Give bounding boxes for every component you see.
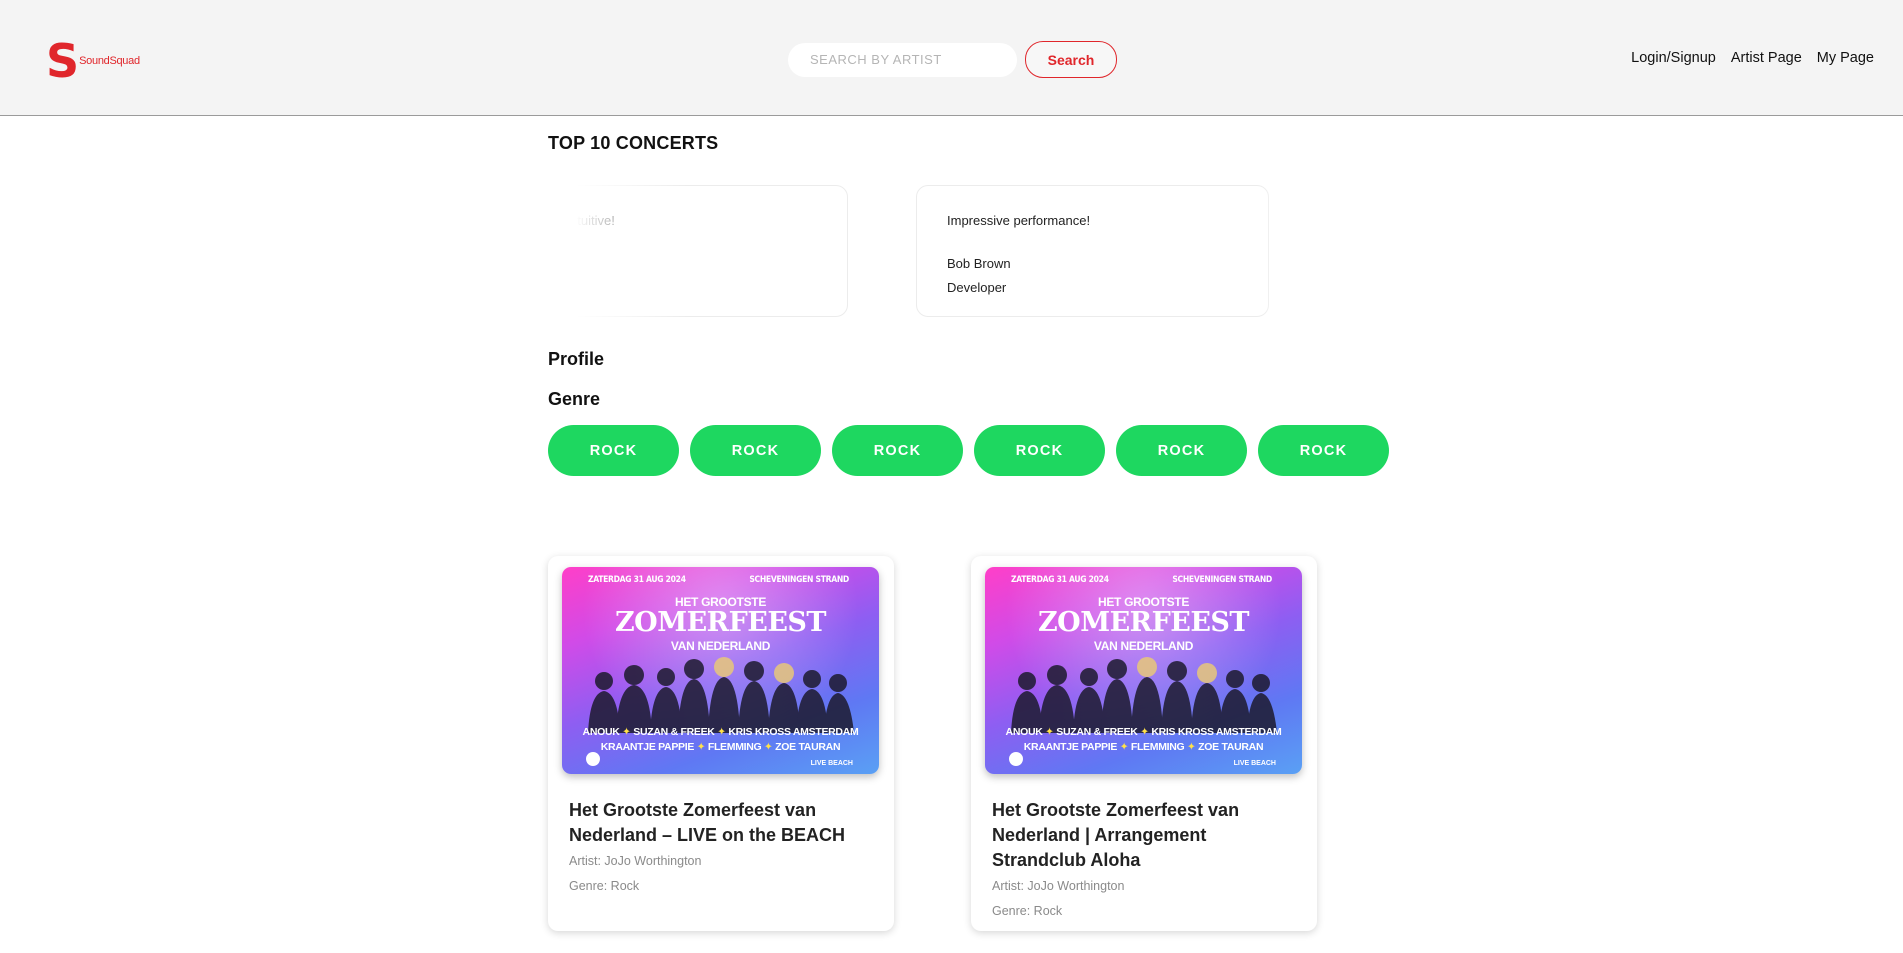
poster-headline: ZOMERFEEST — [1037, 607, 1250, 638]
poster-act: FLEMMING — [707, 741, 762, 753]
artists-group-photo — [588, 657, 854, 733]
poster-location: SCHEVENINGEN STRAND — [1172, 575, 1272, 585]
genre-pill-rock[interactable]: ROCK — [1258, 425, 1389, 476]
main-nav: Login/Signup Artist Page My Page — [1631, 50, 1874, 66]
nav-login-signup[interactable]: Login/Signup — [1631, 50, 1716, 66]
genre-pill-rock[interactable]: ROCK — [690, 425, 821, 476]
poster-location: SCHEVENINGEN STRAND — [749, 575, 849, 585]
testimonial-quote: It is so intuitive! — [548, 213, 615, 228]
genre-pill-rock[interactable]: ROCK — [974, 425, 1105, 476]
artists-group-photo — [1011, 657, 1277, 733]
testimonial-carousel[interactable]: It is so intuitive! Johnson gner Impress… — [548, 185, 1318, 317]
poster-act: KRIS KROSS AMSTERDAM — [1151, 726, 1282, 738]
separator-icon: ✦ — [1119, 741, 1131, 753]
poster-date: ZATERDAG 31 AUG 2024 — [1011, 575, 1109, 585]
poster-lineup: ANOUK ✦ SUZAN & FREEK ✦ KRIS KROSS AMSTE… — [562, 725, 879, 755]
genre-list: ROCK ROCK ROCK ROCK ROCK ROCK — [548, 425, 1389, 476]
live-beach-logo: LIVE BEACH — [1233, 760, 1276, 767]
testimonial-card: Impressive performance! Bob Brown Develo… — [916, 185, 1269, 317]
logo-letter: S — [46, 34, 79, 88]
concert-title[interactable]: Het Grootste Zomerfeest van Nederland – … — [562, 798, 880, 848]
poster-act: ANOUK — [582, 726, 620, 738]
concert-genre: Genre: Rock — [992, 904, 1063, 918]
genre-pill-rock[interactable]: ROCK — [832, 425, 963, 476]
radio-logo-icon — [1009, 752, 1023, 766]
brand-name: SoundSquad — [79, 55, 140, 67]
poster-act: ZOE TAURAN — [775, 741, 841, 753]
search-button[interactable]: Search — [1025, 41, 1117, 78]
testimonial-card: It is so intuitive! Johnson gner — [548, 185, 848, 317]
poster-act: FLEMMING — [1130, 741, 1185, 753]
concert-card[interactable]: ZATERDAG 31 AUG 2024 SCHEVENINGEN STRAND… — [971, 556, 1317, 931]
genre-pill-rock[interactable]: ROCK — [1116, 425, 1247, 476]
brand-logo[interactable]: S SoundSquad — [46, 38, 140, 84]
concert-artist: Artist: JoJo Worthington — [992, 879, 1125, 893]
poster-act: KRIS KROSS AMSTERDAM — [728, 726, 859, 738]
separator-icon: ✦ — [696, 741, 708, 753]
testimonial-quote: Impressive performance! — [947, 213, 1091, 228]
live-beach-logo: LIVE BEACH — [810, 760, 853, 767]
testimonial-role: Developer — [947, 280, 1007, 295]
genre-heading: Genre — [548, 389, 601, 409]
separator-icon: ✦ — [1140, 726, 1152, 738]
radio-logo-icon — [586, 752, 600, 766]
concert-card[interactable]: ZATERDAG 31 AUG 2024 SCHEVENINGEN STRAND… — [548, 556, 894, 931]
concert-genre: Genre: Rock — [569, 879, 640, 893]
poster-act: SUZAN & FREEK — [1056, 726, 1138, 738]
separator-icon: ✦ — [764, 741, 776, 753]
testimonial-author: Bob Brown — [947, 256, 1011, 271]
poster-headline: ZOMERFEEST — [614, 607, 827, 638]
testimonial-role: gner — [548, 280, 553, 295]
profile-heading: Profile — [548, 349, 605, 369]
poster-act: KRAANTJE PAPPIE — [1023, 741, 1118, 753]
nav-artist-page[interactable]: Artist Page — [1731, 50, 1802, 66]
poster-act: ZOE TAURAN — [1198, 741, 1264, 753]
search-bar: Search — [788, 41, 1117, 78]
poster-line3: VAN NEDERLAND — [670, 639, 771, 653]
poster-header: ZATERDAG 31 AUG 2024 SCHEVENINGEN STRAND — [1011, 575, 1272, 585]
concert-poster-image[interactable]: ZATERDAG 31 AUG 2024 SCHEVENINGEN STRAND… — [562, 567, 879, 774]
separator-icon: ✦ — [622, 726, 634, 738]
concert-artist: Artist: JoJo Worthington — [569, 854, 702, 868]
concert-title[interactable]: Het Grootste Zomerfeest van Nederland | … — [985, 798, 1303, 873]
poster-lineup: ANOUK ✦ SUZAN & FREEK ✦ KRIS KROSS AMSTE… — [985, 725, 1302, 755]
nav-my-page[interactable]: My Page — [1817, 50, 1874, 66]
top-header: S SoundSquad Search Login/Signup Artist … — [0, 0, 1903, 116]
genre-pill-rock[interactable]: ROCK — [548, 425, 679, 476]
concert-poster-image[interactable]: ZATERDAG 31 AUG 2024 SCHEVENINGEN STRAND… — [985, 567, 1302, 774]
poster-act: KRAANTJE PAPPIE — [600, 741, 695, 753]
poster-date: ZATERDAG 31 AUG 2024 — [588, 575, 686, 585]
poster-act: SUZAN & FREEK — [633, 726, 715, 738]
separator-icon: ✦ — [1187, 741, 1199, 753]
separator-icon: ✦ — [717, 726, 729, 738]
poster-line3: VAN NEDERLAND — [1093, 639, 1194, 653]
poster-act: ANOUK — [1005, 726, 1043, 738]
search-input[interactable] — [788, 42, 1017, 77]
top-concerts-title: TOP 10 CONCERTS — [548, 133, 719, 153]
poster-header: ZATERDAG 31 AUG 2024 SCHEVENINGEN STRAND — [588, 575, 849, 585]
separator-icon: ✦ — [1045, 726, 1057, 738]
testimonial-author: Johnson — [548, 256, 576, 271]
